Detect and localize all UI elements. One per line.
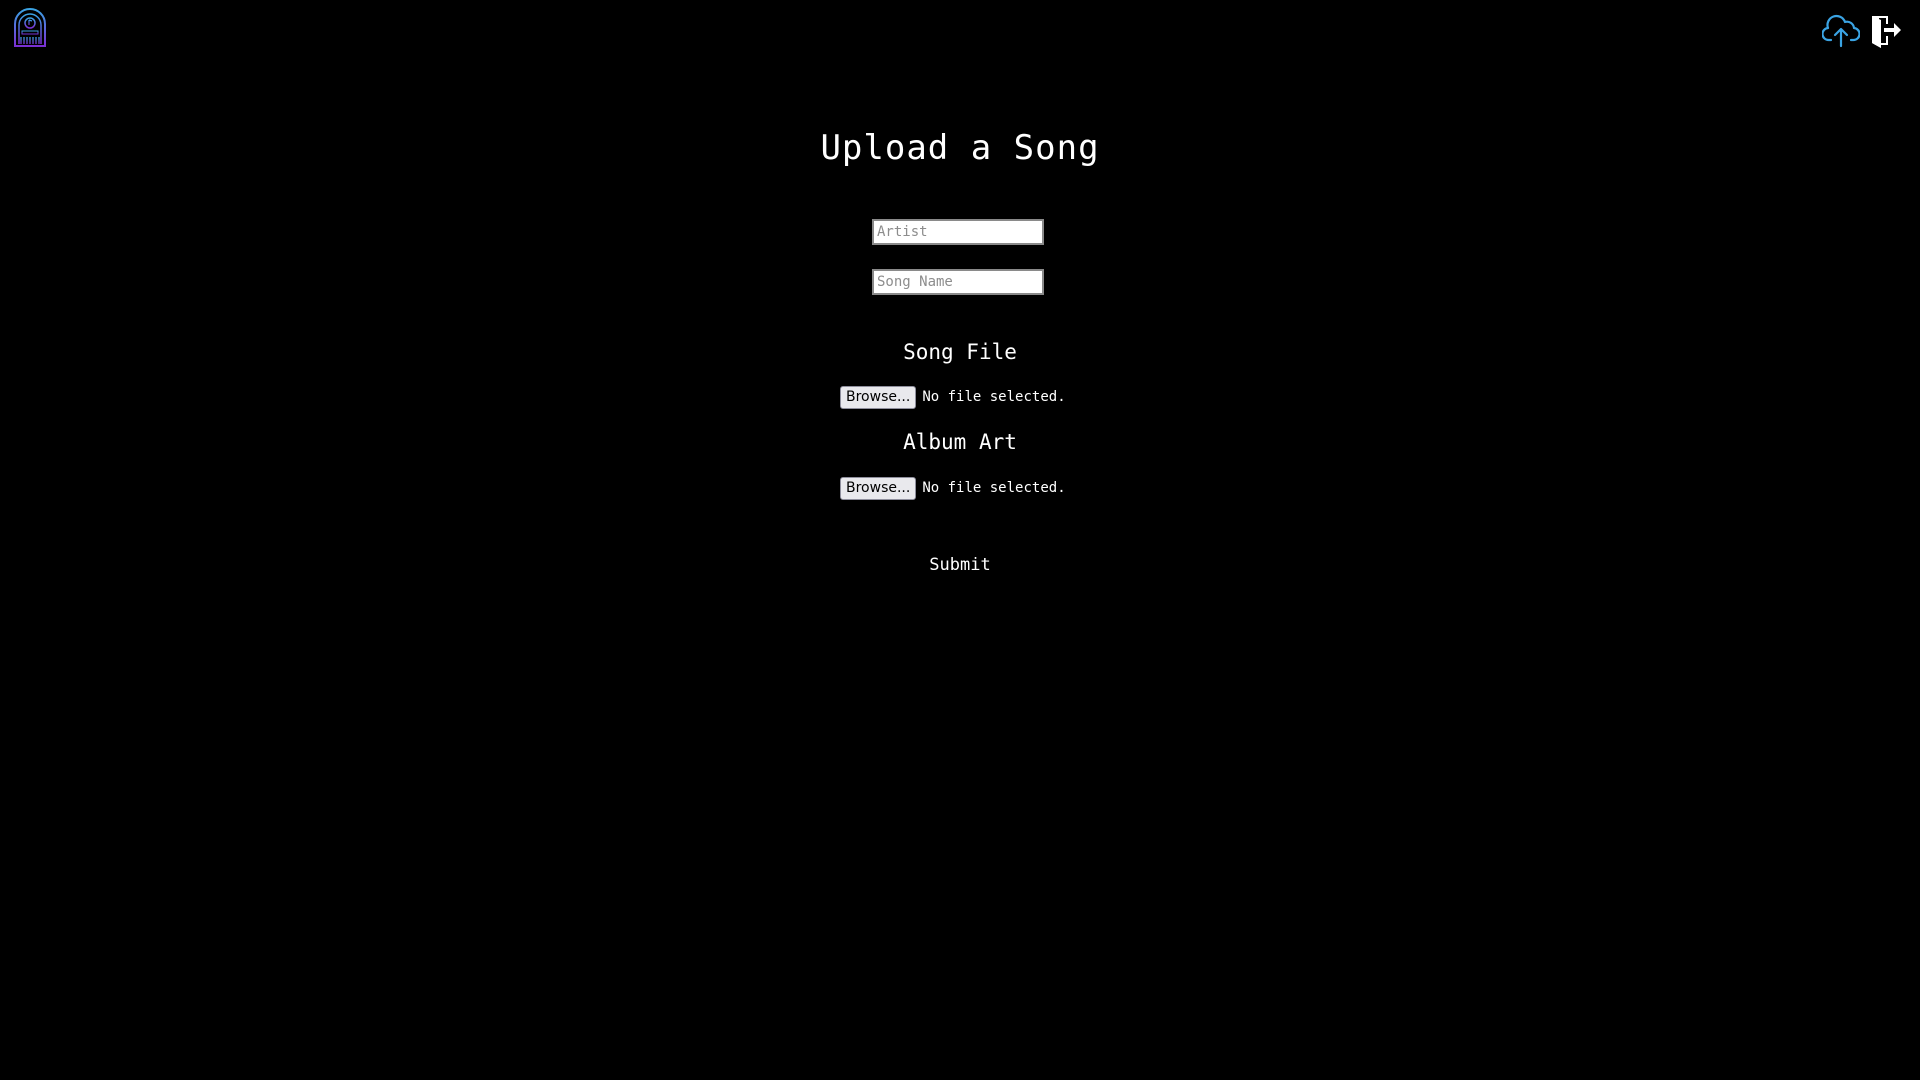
jukebox-logo-icon[interactable] <box>12 8 48 48</box>
header-actions <box>1822 12 1902 48</box>
cloud-upload-icon[interactable] <box>1822 12 1860 48</box>
album-art-picker: Browse... No file selected. <box>840 476 1066 500</box>
album-art-browse-button[interactable]: Browse... <box>840 476 917 500</box>
song-file-browse-button[interactable]: Browse... <box>840 385 917 409</box>
submit-button[interactable]: Submit <box>910 552 1010 578</box>
song-file-picker: Browse... No file selected. <box>840 385 1066 409</box>
door-exit-icon[interactable] <box>1870 12 1902 48</box>
song-file-heading: Song File <box>903 340 1017 364</box>
song-file-status: No file selected. <box>922 389 1066 405</box>
page-title: Upload a Song <box>820 128 1100 168</box>
upload-song-page: Upload a Song Song File Browse... No fil… <box>0 0 1920 1080</box>
album-art-heading: Album Art <box>903 430 1017 454</box>
song-name-input[interactable] <box>872 269 1044 295</box>
artist-input[interactable] <box>872 219 1044 245</box>
album-art-status: No file selected. <box>922 480 1066 496</box>
